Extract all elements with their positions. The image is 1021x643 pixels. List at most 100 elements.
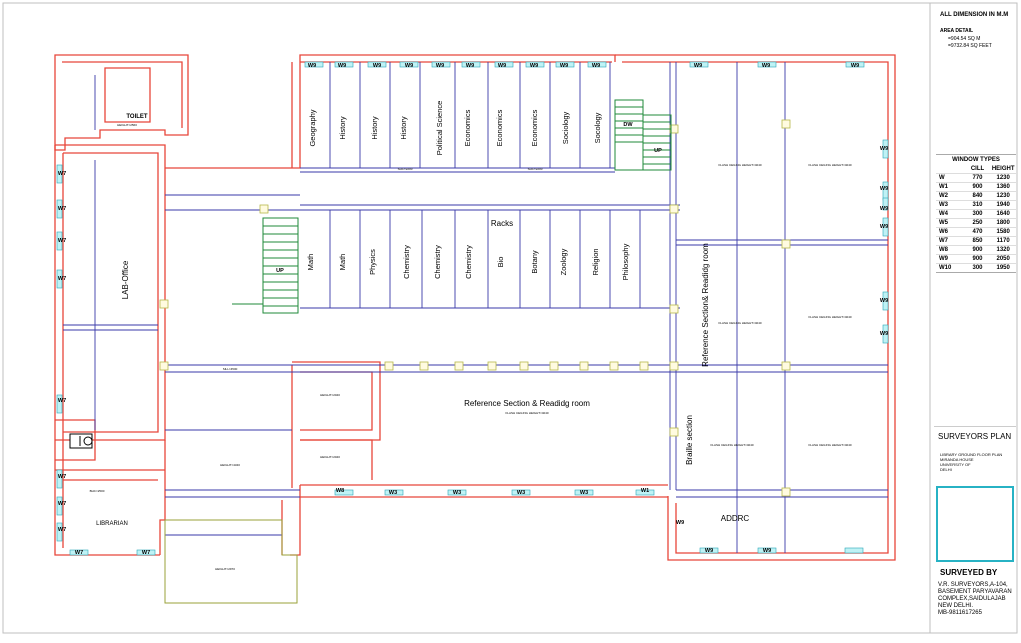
window-type-cell: 850 — [972, 238, 983, 244]
window-type-cell: 1800 — [996, 220, 1010, 226]
rack-bottom-label-10: Philosophy — [621, 243, 630, 280]
window-type-cell: 1940 — [996, 202, 1010, 208]
window-type-cell: W9 — [939, 256, 948, 262]
window-type-row: W4 300 1640 — [936, 209, 1016, 218]
stair-down-label: DW — [623, 122, 633, 128]
window-types-header: CILL HEIGHT — [936, 165, 1016, 173]
note-height-2040-2: HEIGHT=2040 — [320, 455, 340, 459]
window-type-cell: W3 — [939, 202, 948, 208]
window-type-row: W 770 1230 — [936, 173, 1016, 182]
rack-bottom-label-1: Math — [338, 254, 347, 271]
window-tag-top-0: W9 — [308, 63, 316, 69]
rack-top-label-5: Economics — [463, 109, 472, 146]
surveyor-line: MB-9811617265 — [938, 610, 982, 616]
window-strips — [56, 61, 889, 556]
window-type-row: W3 310 1940 — [936, 200, 1016, 209]
rack-top-label-0: Geography — [308, 109, 317, 146]
window-type-cell: 900 — [972, 256, 983, 262]
window-type-cell: 310 — [972, 202, 983, 208]
window-tag-bottom-4: W3 — [580, 490, 588, 496]
note-flash-ceiling-5: FLASH CEILING HEIGHT=4040 — [505, 411, 548, 415]
window-tag-top-10: W9 — [694, 63, 702, 69]
window-tag-librarian-0: W7 — [75, 550, 83, 556]
window-tag-top-3: W9 — [405, 63, 413, 69]
dimension-note: ALL DIMENSION IN M.M — [940, 12, 1009, 18]
window-type-cell: W5 — [939, 220, 948, 226]
floor-plan-drawing: TOILET LAB-Office LIBRARIAN Racks Refere… — [2, 2, 1018, 634]
window-tag-right-1: W9 — [880, 186, 888, 192]
window-tag-left-3: W7 — [58, 276, 66, 282]
racks-label: Racks — [491, 219, 513, 228]
building-walls — [54, 54, 896, 561]
window-types-header-cell — [936, 166, 965, 172]
window-tag-top-1: W9 — [338, 63, 346, 69]
rack-bottom-label-3: Chemistry — [402, 245, 411, 279]
window-type-cell: 470 — [972, 229, 983, 235]
window-tag-right-2: W9 — [880, 224, 888, 230]
note-height-2040-1: HEIGHT=2040 — [320, 393, 340, 397]
window-tag-right-5: W9 — [880, 206, 888, 212]
window-type-cell: 300 — [972, 265, 983, 271]
window-type-cell: W2 — [939, 193, 948, 199]
note-flash-ceiling-1: FLASH CEILING HEIGHT=4040 — [718, 163, 761, 167]
room-labels: TOILET LAB-Office LIBRARIAN Racks Refere… — [90, 114, 852, 571]
window-tags: W9 W9 W9 W9 W9 W9 W9 W9 W9 W9 W9 W9 W9 W9 W9 W9 W9 W9 W9 W7… — [58, 63, 888, 556]
window-tag-top-2: W9 — [373, 63, 381, 69]
area-sqft: =9732.84 SQ FEET — [948, 43, 992, 49]
note-sh-2200-2: SHC=2200 — [528, 167, 543, 171]
window-tag-librarian-1: W7 — [142, 550, 150, 556]
note-flash-ceiling-7: FLASH CEILING HEIGHT=4040 — [808, 443, 851, 447]
addrc-label: ADDRC — [721, 514, 750, 523]
window-tag-right-4: W9 — [880, 331, 888, 337]
area-sqm: =904.54 SQ M — [948, 36, 981, 42]
rack-top-label-6: Economics — [495, 109, 504, 146]
rack-bottom-label-2: Physics — [368, 249, 377, 275]
window-type-row: W6 470 1580 — [936, 227, 1016, 236]
window-tag-left-0: W7 — [58, 171, 66, 177]
librarian-label: LIBRARIAN — [96, 521, 128, 527]
window-tag-top-11: W9 — [762, 63, 770, 69]
window-tag-left-7: W7 — [58, 527, 66, 533]
rack-bottom-label-9: Religion — [591, 248, 600, 275]
rack-bottom-label-0: Math — [306, 254, 315, 271]
project-lines: LIBRARY GROUND FLOOR PLAN MIRANDA HOUSE UN… — [940, 452, 1002, 472]
rack-bottom-labels: Math Math Physics Chemistry Chemistry Chemist… — [306, 243, 630, 280]
note-height-2560: HEIGHT=2560 — [117, 123, 137, 127]
window-type-cell: 900 — [972, 247, 983, 253]
window-types-header-cell: HEIGHT — [991, 166, 1015, 172]
window-type-cell: 1230 — [996, 193, 1010, 199]
window-tag-bottom-3: W3 — [517, 490, 525, 496]
window-types-title: WINDOW TYPES — [952, 157, 1000, 163]
surveyor-line: V.R. SURVEYORS,A-104, — [938, 582, 1008, 588]
note-bhc-2500: BHC=2500 — [90, 489, 105, 493]
window-tag-right-0: W9 — [880, 146, 888, 152]
window-type-row: W9 900 2050 — [936, 254, 1016, 263]
stair-up-label-2: UP — [654, 148, 662, 154]
window-type-cell: 1320 — [996, 247, 1010, 253]
window-tag-left-4: W7 — [58, 398, 66, 404]
title-block: ALL DIMENSION IN M.M AREA DETAIL =904.54… — [934, 8, 1016, 632]
rack-top-label-2: History — [370, 116, 379, 140]
annex-outline — [164, 519, 298, 604]
note-flash-ceiling-2: FLASH CEILING HEIGHT=4040 — [808, 163, 851, 167]
note-sill: SILL=4500 — [223, 367, 238, 371]
note-flash-ceiling-6: FLASH CEILING HEIGHT=4040 — [710, 443, 753, 447]
window-type-cell: W10 — [939, 265, 952, 271]
window-tag-bottom-8: W9 — [763, 548, 771, 554]
window-type-cell: W4 — [939, 211, 948, 217]
window-types-header-cell: CILL — [970, 166, 985, 172]
stair-up-label: UP — [276, 268, 284, 274]
window-type-row: W8 900 1320 — [936, 245, 1016, 254]
rack-top-label-8: Sociology — [561, 111, 570, 144]
window-tag-left-1: W7 — [58, 206, 66, 212]
window-type-cell: 2050 — [996, 256, 1010, 262]
sheet-border — [2, 2, 1018, 634]
surveyor-line: BASEMENT PARYAVARAN — [938, 589, 1012, 595]
window-tag-top-8: W9 — [560, 63, 568, 69]
rack-bottom-label-8: Zoology — [559, 248, 568, 275]
rack-top-label-1: History — [338, 116, 347, 140]
note-flash-ceiling-4: FLASH CEILING HEIGHT=4040 — [808, 315, 851, 319]
reference-reading-vertical-label: Reference Section& Readidg room — [701, 243, 710, 367]
rack-top-label-7: Economics — [530, 109, 539, 146]
window-type-cell: 1230 — [996, 175, 1010, 181]
